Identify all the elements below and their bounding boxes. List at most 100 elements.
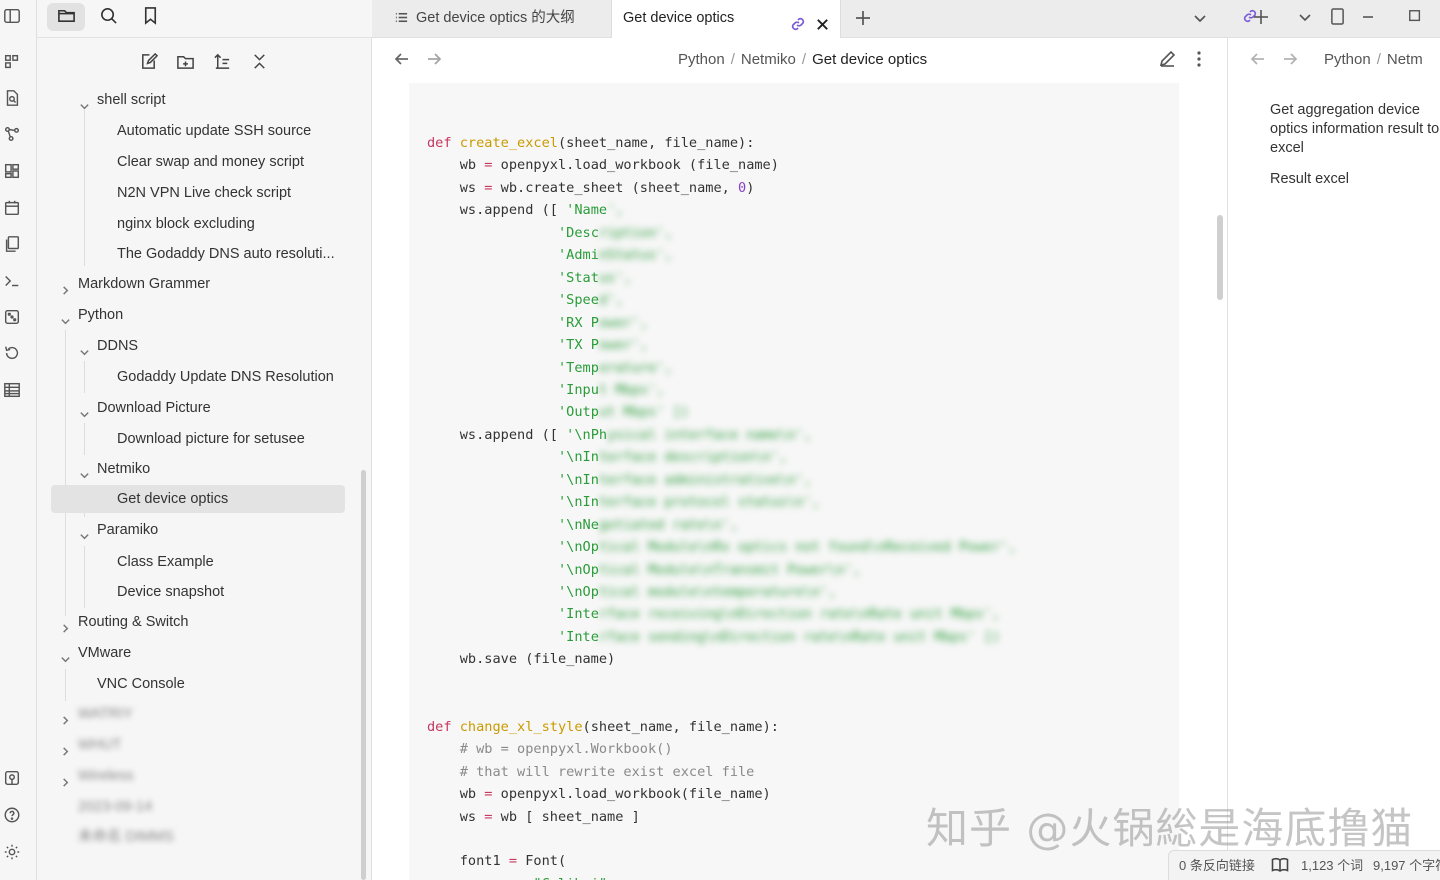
templates-icon[interactable] — [2, 234, 22, 254]
new-note-icon[interactable] — [137, 50, 159, 72]
tree-file[interactable]: VNC Console — [77, 670, 357, 698]
vault-icon[interactable] — [2, 768, 22, 788]
chevron-down-icon[interactable] — [1297, 9, 1313, 29]
file-explorer-tab[interactable] — [47, 3, 85, 31]
tree-folder-routing[interactable]: Routing & Switch — [58, 608, 358, 636]
graph-view-icon[interactable] — [2, 124, 22, 144]
tree-file[interactable]: nginx block excluding — [97, 210, 357, 238]
code-token: '\nPh — [557, 426, 608, 443]
outline-heading[interactable]: Get aggregation device optics informatio… — [1270, 101, 1440, 158]
code-token: '\nIn — [557, 449, 599, 466]
tree-item-label: Netmiko — [97, 461, 151, 477]
code-line: '\nOptical Module\nRx optics not found\n… — [427, 536, 1016, 558]
tree-file-blurred[interactable]: 2023-09-14 — [58, 793, 358, 821]
tree-folder-markdown[interactable]: Markdown Grammer — [58, 270, 358, 298]
new-tab-icon[interactable] — [1252, 8, 1270, 30]
forward-arrow-icon[interactable] — [1282, 51, 1298, 71]
tree-folder-vmware[interactable]: VMware — [58, 639, 358, 667]
sidebar-tab-header — [37, 0, 372, 38]
code-token: ws — [427, 179, 485, 196]
tab-active[interactable]: Get device optics — [611, 0, 841, 38]
quick-switcher-icon[interactable] — [2, 52, 22, 72]
tree-file-selected[interactable]: Get device optics — [51, 485, 345, 513]
tree-file[interactable]: Download picture for setusee — [97, 425, 357, 453]
back-arrow-icon[interactable] — [394, 51, 410, 71]
backlinks-count[interactable]: 0 条反向链接 — [1179, 851, 1255, 880]
canvas-icon[interactable] — [2, 161, 22, 181]
tablet-icon[interactable] — [1330, 8, 1345, 29]
code-token: d', — [598, 292, 624, 309]
tree-folder-shell-script[interactable]: shell script — [77, 86, 357, 114]
collapse-all-icon[interactable] — [248, 50, 270, 72]
edit-pencil-icon[interactable] — [1158, 50, 1176, 72]
random-note-icon[interactable] — [2, 307, 22, 327]
code-token: erature', — [598, 359, 673, 376]
maximize-icon[interactable] — [1408, 9, 1422, 27]
breadcrumb-current[interactable]: Get device optics — [812, 51, 927, 68]
code-token: ower', — [598, 337, 648, 354]
new-folder-icon[interactable] — [174, 50, 196, 72]
search-files-icon[interactable] — [2, 88, 22, 108]
tree-file[interactable]: Clear swap and money script — [97, 148, 357, 176]
code-line: '\nOptical Module\nTransmit Power\n', — [427, 559, 861, 581]
tree-file[interactable]: The Godaddy DNS auto resoluti... — [97, 240, 357, 268]
tab-list-chevron-icon[interactable] — [1192, 10, 1208, 30]
tree-file[interactable]: Godaddy Update DNS Resolution — [97, 363, 357, 391]
more-options-icon[interactable] — [1190, 50, 1208, 72]
tree-file[interactable]: N2N VPN Live check script — [97, 179, 357, 207]
reading-icon[interactable] — [1271, 857, 1289, 873]
code-token: rface sending\nDirection rate\nRate unit… — [598, 628, 1000, 645]
tree-file-blurred[interactable]: 未命名 DIMMS — [58, 823, 358, 851]
forward-arrow-icon[interactable] — [426, 51, 442, 71]
tree-folder-python[interactable]: Python — [58, 301, 358, 329]
breadcrumb-netmiko[interactable]: Netm — [1387, 51, 1423, 68]
chevron-down-icon — [79, 402, 89, 418]
tree-folder-netmiko[interactable]: Netmiko — [77, 455, 357, 483]
tree-file[interactable]: Class Example — [97, 548, 357, 576]
tree-item-label: Download Picture — [97, 400, 211, 416]
settings-icon[interactable] — [2, 842, 22, 862]
sidebar-toggle-icon[interactable] — [2, 6, 22, 26]
outline-heading[interactable]: Result excel — [1270, 170, 1440, 189]
breadcrumb-python[interactable]: Python — [678, 51, 725, 68]
minimize-icon[interactable] — [1360, 9, 1376, 29]
bookmarks-tab[interactable] — [131, 3, 169, 31]
back-arrow-icon[interactable] — [1250, 51, 1266, 71]
code-block[interactable]: def create_excel(sheet_name, file_name):… — [409, 83, 1179, 880]
chevron-right-icon — [60, 739, 70, 756]
tree-file[interactable]: Automatic update SSH source — [97, 117, 357, 145]
code-token: Font( — [517, 853, 567, 870]
code-line: wb = openpyxl.load_workbook (file_name) — [427, 154, 779, 176]
code-token: 'Temp — [557, 359, 599, 376]
code-line: wb.save (file_name) — [427, 648, 616, 670]
help-icon[interactable] — [2, 805, 22, 825]
tree-folder-blurred[interactable]: Wireless — [58, 762, 358, 790]
tree-folder-ddns[interactable]: DDNS — [77, 332, 357, 360]
new-tab-icon[interactable] — [854, 9, 872, 31]
explorer-scrollbar[interactable] — [361, 470, 366, 880]
tree-folder-download-picture[interactable]: Download Picture — [77, 394, 357, 422]
daily-note-icon[interactable] — [2, 198, 22, 218]
code-token: 'TX P — [557, 337, 599, 354]
editor-scrollbar[interactable] — [1217, 215, 1223, 300]
tree-item-label: Markdown Grammer — [78, 276, 211, 292]
tree-folder-blurred[interactable]: WHUT — [58, 731, 358, 759]
breadcrumb-netmiko[interactable]: Netmiko — [741, 51, 796, 68]
tree-folder-paramiko[interactable]: Paramiko — [77, 516, 357, 544]
search-tab[interactable] — [89, 3, 127, 31]
chevron-down-icon — [60, 647, 70, 663]
breadcrumb-python[interactable]: Python — [1324, 51, 1371, 68]
history-icon[interactable] — [2, 343, 22, 363]
code-line: wb = openpyxl.load_workbook(file_name) — [427, 783, 771, 805]
tab-outline[interactable]: Get device optics 的大纲 — [372, 0, 610, 38]
table-icon[interactable] — [2, 380, 22, 400]
command-palette-icon[interactable] — [2, 271, 22, 291]
tree-file[interactable]: Device snapshot — [97, 578, 357, 606]
tree-folder-blurred[interactable]: WATRIY — [58, 700, 358, 728]
code-token: wb [ sheet_name ] — [492, 808, 640, 825]
sort-icon[interactable] — [211, 50, 233, 72]
chevron-right-icon — [60, 616, 70, 633]
